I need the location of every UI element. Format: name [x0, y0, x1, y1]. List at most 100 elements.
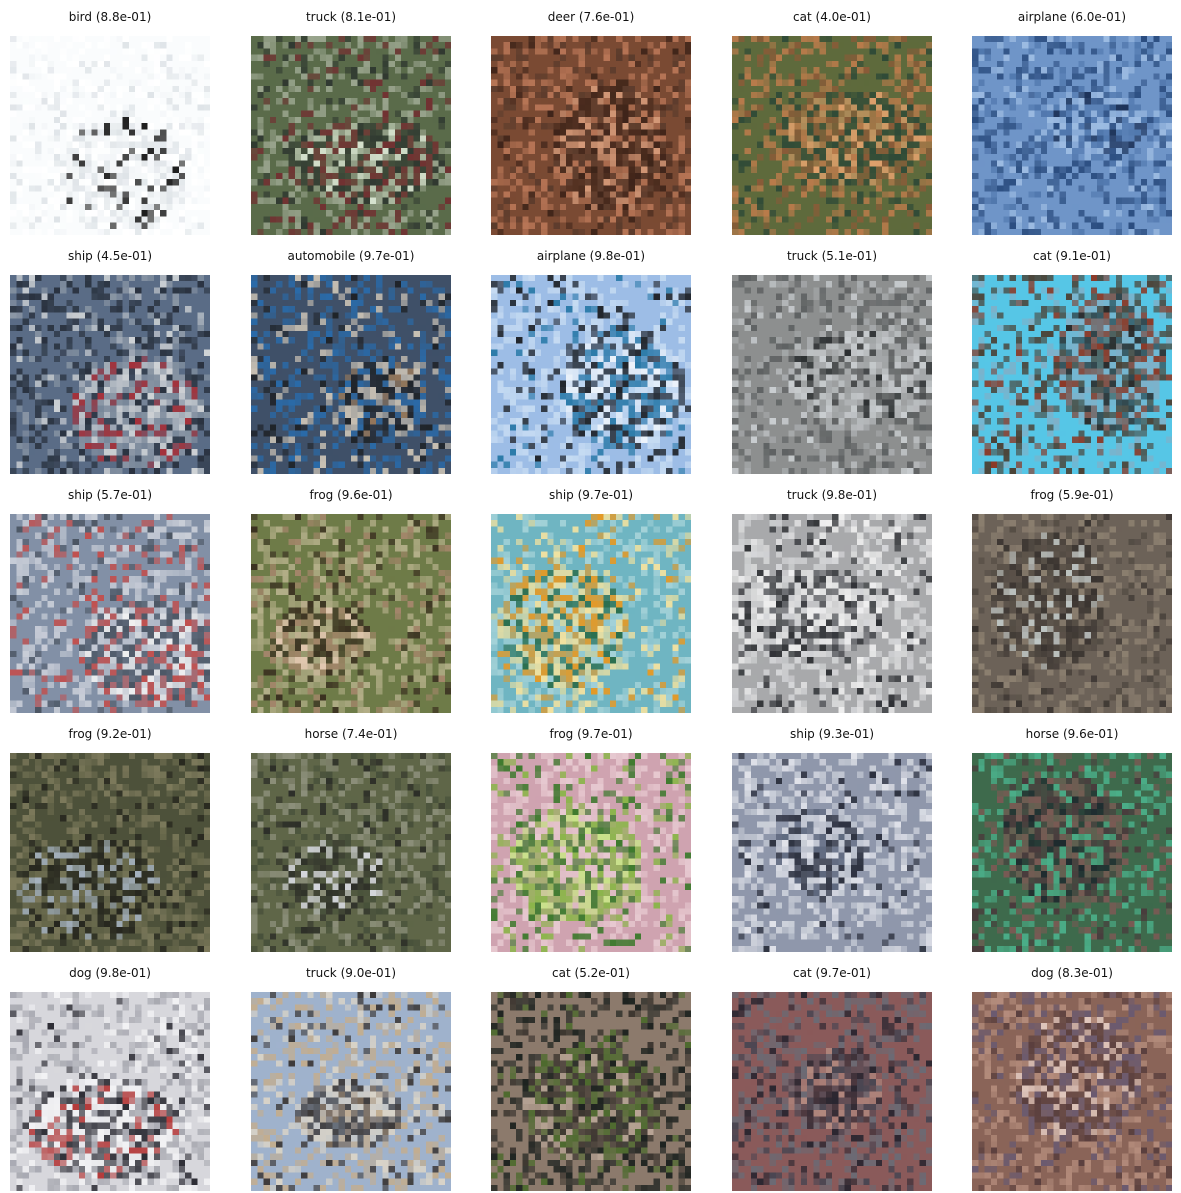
horse-icon	[251, 753, 451, 952]
panel-caption: horse (7.4e-01)	[304, 727, 398, 741]
panel: truck (8.1e-01)	[251, 9, 451, 235]
pixel-image	[10, 753, 210, 952]
truck-icon	[732, 514, 932, 713]
panel-caption: cat (5.2e-01)	[552, 966, 630, 980]
panel-caption: cat (4.0e-01)	[793, 10, 871, 24]
panel-caption: frog (9.7e-01)	[549, 727, 633, 741]
pixel-image	[732, 275, 932, 474]
panel: truck (9.0e-01)	[251, 965, 451, 1191]
panel-caption: truck (9.0e-01)	[305, 966, 397, 980]
pixel-image	[251, 514, 451, 713]
panel-caption: horse (9.6e-01)	[1025, 727, 1119, 741]
panel-caption: truck (9.8e-01)	[786, 488, 878, 502]
frog-icon	[491, 753, 691, 952]
panel: cat (5.2e-01)	[491, 965, 691, 1191]
panel-caption: frog (9.6e-01)	[309, 488, 393, 502]
pixel-image	[10, 992, 210, 1191]
pixel-image	[972, 753, 1172, 952]
pixel-image	[972, 275, 1172, 474]
panel: cat (4.0e-01)	[732, 9, 932, 235]
dog-icon	[972, 992, 1172, 1191]
pixel-image	[732, 753, 932, 952]
cat-icon	[972, 275, 1172, 474]
panel-caption: frog (5.9e-01)	[1030, 488, 1114, 502]
panel: dog (9.8e-01)	[10, 965, 210, 1191]
panel: frog (9.2e-01)	[10, 726, 210, 952]
pixel-image	[10, 514, 210, 713]
ship-icon	[491, 514, 691, 713]
bird-icon	[10, 36, 210, 235]
frog-icon	[972, 514, 1172, 713]
panel-caption: dog (9.8e-01)	[69, 966, 151, 980]
panel: frog (9.7e-01)	[491, 726, 691, 952]
panel-caption: bird (8.8e-01)	[68, 10, 152, 24]
panel-caption: airplane (9.8e-01)	[536, 249, 646, 263]
panel-caption: truck (8.1e-01)	[305, 10, 397, 24]
panel: dog (8.3e-01)	[972, 965, 1172, 1191]
panel: airplane (9.8e-01)	[491, 248, 691, 474]
truck-icon	[251, 992, 451, 1191]
deer-icon	[491, 36, 691, 235]
pixel-image	[732, 514, 932, 713]
pixel-image	[972, 992, 1172, 1191]
ship-icon	[10, 514, 210, 713]
ship-icon	[10, 275, 210, 474]
panel-caption: automobile (9.7e-01)	[287, 249, 415, 263]
panel-caption: ship (9.3e-01)	[789, 727, 875, 741]
cat-icon	[491, 992, 691, 1191]
dog-icon	[10, 992, 210, 1191]
airplane-icon	[972, 36, 1172, 235]
frog-icon	[251, 514, 451, 713]
panel-caption: truck (5.1e-01)	[786, 249, 878, 263]
panel: frog (5.9e-01)	[972, 487, 1172, 713]
panel-caption: ship (5.7e-01)	[67, 488, 153, 502]
pixel-image	[251, 753, 451, 952]
panel-caption: frog (9.2e-01)	[68, 727, 152, 741]
pixel-image	[972, 36, 1172, 235]
panel: ship (4.5e-01)	[10, 248, 210, 474]
panel: ship (5.7e-01)	[10, 487, 210, 713]
pixel-image	[251, 275, 451, 474]
panel: cat (9.7e-01)	[732, 965, 932, 1191]
panel: automobile (9.7e-01)	[251, 248, 451, 474]
panel: airplane (6.0e-01)	[972, 9, 1172, 235]
prediction-grid: bird (8.8e-01) truck (8.1e-01) deer (7.6e-…	[0, 0, 1181, 1193]
panel-caption: ship (4.5e-01)	[67, 249, 153, 263]
ship-icon	[732, 753, 932, 952]
pixel-image	[10, 275, 210, 474]
car-icon	[251, 275, 451, 474]
pixel-image	[491, 753, 691, 952]
panel: cat (9.1e-01)	[972, 248, 1172, 474]
panel: ship (9.7e-01)	[491, 487, 691, 713]
panel-caption: deer (7.6e-01)	[547, 10, 635, 24]
panel-caption: cat (9.7e-01)	[793, 966, 871, 980]
pixel-image	[732, 992, 932, 1191]
panel: horse (7.4e-01)	[251, 726, 451, 952]
panel: frog (9.6e-01)	[251, 487, 451, 713]
panel-caption: airplane (6.0e-01)	[1017, 10, 1127, 24]
panel-caption: dog (8.3e-01)	[1031, 966, 1113, 980]
pixel-image	[491, 36, 691, 235]
horse-icon	[972, 753, 1172, 952]
panel: deer (7.6e-01)	[491, 9, 691, 235]
cat-icon	[732, 992, 932, 1191]
panel: truck (5.1e-01)	[732, 248, 932, 474]
panel: ship (9.3e-01)	[732, 726, 932, 952]
airplane-icon	[491, 275, 691, 474]
panel: truck (9.8e-01)	[732, 487, 932, 713]
pixel-image	[491, 275, 691, 474]
panel-caption: cat (9.1e-01)	[1033, 249, 1111, 263]
panel: bird (8.8e-01)	[10, 9, 210, 235]
truck-icon	[732, 275, 932, 474]
pixel-image	[491, 514, 691, 713]
panel: horse (9.6e-01)	[972, 726, 1172, 952]
cat-icon	[732, 36, 932, 235]
truck-icon	[251, 36, 451, 235]
pixel-image	[972, 514, 1172, 713]
pixel-image	[10, 36, 210, 235]
panel-caption: ship (9.7e-01)	[548, 488, 634, 502]
pixel-image	[251, 992, 451, 1191]
pixel-image	[251, 36, 451, 235]
pixel-image	[491, 992, 691, 1191]
frog-icon	[10, 753, 210, 952]
